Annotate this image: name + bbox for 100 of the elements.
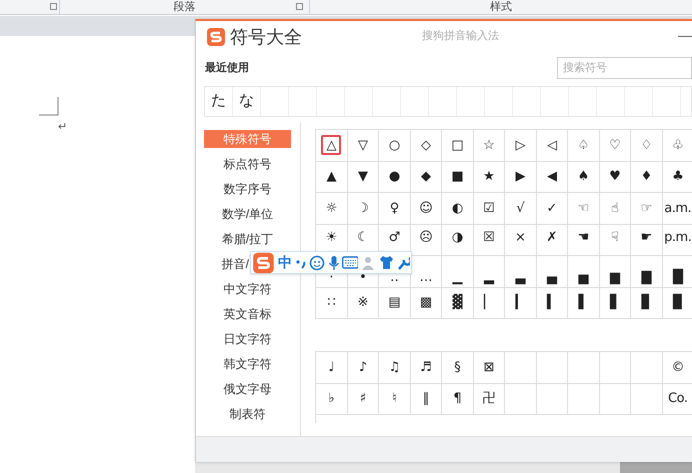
symbol-cell[interactable]: ▊: [636, 292, 656, 313]
empty-cell[interactable]: [505, 352, 536, 384]
symbol-cell[interactable]: ¶: [447, 388, 468, 409]
symbol-cell[interactable]: ∷: [321, 292, 342, 313]
empty-cell[interactable]: [600, 384, 631, 415]
symbol-cell[interactable]: ♣: [668, 166, 688, 187]
empty-cell[interactable]: [631, 384, 662, 415]
symbol-cell[interactable]: ◆: [416, 166, 436, 187]
empty-cell[interactable]: [631, 352, 662, 384]
category-item[interactable]: 数学/单位: [204, 205, 291, 223]
symbol-cell[interactable]: ♫: [384, 357, 404, 378]
symbol-cell[interactable]: ✓: [542, 198, 562, 218]
symbol-cell[interactable]: 卍: [478, 388, 499, 409]
category-item[interactable]: 希腊/拉丁: [204, 230, 291, 248]
category-item[interactable]: 标点符号: [204, 155, 291, 173]
symbol-cell[interactable]: ©: [668, 357, 688, 378]
search-field[interactable]: 搜索符号: [557, 57, 692, 79]
symbol-cell[interactable]: ♂: [384, 228, 404, 248]
symbol-cell[interactable]: ☺: [416, 198, 436, 218]
symbol-cell[interactable]: √: [510, 198, 530, 218]
symbol-cell[interactable]: ☑: [478, 198, 499, 218]
symbol-cell[interactable]: ▇: [636, 270, 656, 284]
symbol-cell[interactable]: ▌: [573, 292, 594, 313]
symbol-cell[interactable]: ▎: [510, 292, 530, 313]
symbol-cell[interactable]: ※: [352, 292, 373, 313]
symbol-cell[interactable]: ▍: [542, 292, 562, 313]
symbol-cell[interactable]: ★: [478, 166, 499, 187]
smiley-icon[interactable]: [309, 254, 325, 270]
symbol-cell[interactable]: Co.: [666, 388, 690, 409]
category-item[interactable]: 英文音标: [204, 305, 291, 323]
symbol-cell[interactable]: ·: [321, 270, 342, 284]
symbol-cell[interactable]: □: [447, 135, 468, 156]
symbol-cell[interactable]: ◇: [416, 135, 436, 156]
symbol-cell[interactable]: ✗: [542, 228, 562, 248]
symbol-cell[interactable]: ☀: [321, 228, 342, 248]
symbol-cell[interactable]: ♪: [352, 357, 373, 378]
symbol-cell[interactable]: ▤: [384, 292, 404, 313]
symbol-cell[interactable]: ☆: [478, 135, 499, 156]
symbol-cell[interactable]: ♠: [573, 166, 594, 187]
symbol-cell[interactable]: ▶: [510, 166, 530, 187]
symbol-cell[interactable]: …: [416, 270, 436, 284]
symbol-cell[interactable]: ♥: [604, 166, 625, 187]
symbol-cell[interactable]: ☼: [321, 198, 342, 218]
symbol-cell[interactable]: ●: [384, 166, 404, 187]
symbol-cell[interactable]: ♩: [321, 357, 342, 378]
app-logo-icon[interactable]: [252, 250, 275, 274]
symbol-cell[interactable]: ☟: [604, 228, 625, 248]
microphone-icon[interactable]: [328, 254, 339, 270]
symbol-cell[interactable]: ♢: [636, 135, 656, 156]
symbol-cell[interactable]: ♦: [636, 166, 656, 187]
category-item[interactable]: 拼音/: [204, 255, 249, 273]
category-item[interactable]: 韩文字符: [204, 355, 291, 373]
category-item[interactable]: 日文字符: [204, 330, 291, 348]
symbol-cell[interactable]: ☾: [352, 228, 373, 248]
symbol-cell[interactable]: ☝: [604, 198, 625, 218]
symbol-cell[interactable]: ▩: [416, 292, 436, 313]
symbol-cell[interactable]: ◐: [447, 198, 468, 218]
symbol-cell[interactable]: ○: [384, 135, 404, 156]
category-item[interactable]: 制表符: [204, 405, 291, 423]
symbol-cell[interactable]: ♬: [416, 357, 436, 378]
dialog-launcher-icon[interactable]: [296, 3, 303, 10]
symbol-cell[interactable]: ▼: [352, 166, 373, 187]
symbol-cell[interactable]: ☽: [352, 198, 373, 218]
symbol-cell[interactable]: ◀: [542, 166, 562, 187]
symbol-cell[interactable]: █: [668, 270, 688, 284]
symbol-cell[interactable]: ▃: [510, 270, 530, 284]
shirt-icon[interactable]: [379, 255, 394, 270]
category-item[interactable]: 数字序号: [204, 180, 291, 198]
symbol-cell[interactable]: ♯: [352, 388, 373, 409]
input-mode-button[interactable]: 中: [278, 252, 292, 273]
symbol-cell[interactable]: ♭: [321, 388, 342, 409]
empty-cell[interactable]: [568, 352, 600, 384]
symbol-cell[interactable]: ▂: [478, 270, 499, 284]
symbol-cell[interactable]: ☛: [636, 228, 656, 248]
symbol-cell[interactable]: ▓: [447, 292, 468, 313]
symbol-cell[interactable]: ☜: [573, 198, 594, 218]
empty-cell[interactable]: [536, 384, 568, 415]
empty-cell[interactable]: [536, 352, 568, 384]
symbol-cell[interactable]: ◁: [542, 135, 562, 156]
symbol-cell[interactable]: p.m.: [662, 228, 692, 248]
wrench-icon[interactable]: [396, 255, 410, 270]
symbol-cell[interactable]: ▋: [604, 292, 625, 313]
category-item[interactable]: 中文字符: [204, 280, 291, 298]
symbol-cell[interactable]: §: [447, 357, 468, 378]
empty-cell[interactable]: [600, 352, 631, 384]
symbol-cell[interactable]: ▏: [478, 292, 499, 313]
symbol-cell[interactable]: ☹: [416, 228, 436, 248]
symbol-cell[interactable]: ▷: [510, 135, 530, 156]
symbol-cell[interactable]: △: [321, 135, 342, 156]
symbol-cell[interactable]: ‥: [384, 270, 404, 284]
symbol-cell[interactable]: ×: [510, 228, 530, 248]
symbol-cell[interactable]: ▁: [447, 270, 468, 284]
symbol-cell[interactable]: ‖: [416, 388, 436, 409]
category-item[interactable]: 俄文字母: [204, 380, 291, 398]
symbol-cell[interactable]: ⊠: [478, 357, 499, 378]
symbol-cell[interactable]: ♡: [604, 135, 625, 156]
symbol-cell[interactable]: a.m.: [662, 198, 692, 218]
symbol-cell[interactable]: ▄: [542, 270, 562, 284]
symbol-cell[interactable]: ■: [447, 166, 468, 187]
symbol-cell[interactable]: ☚: [573, 228, 594, 248]
